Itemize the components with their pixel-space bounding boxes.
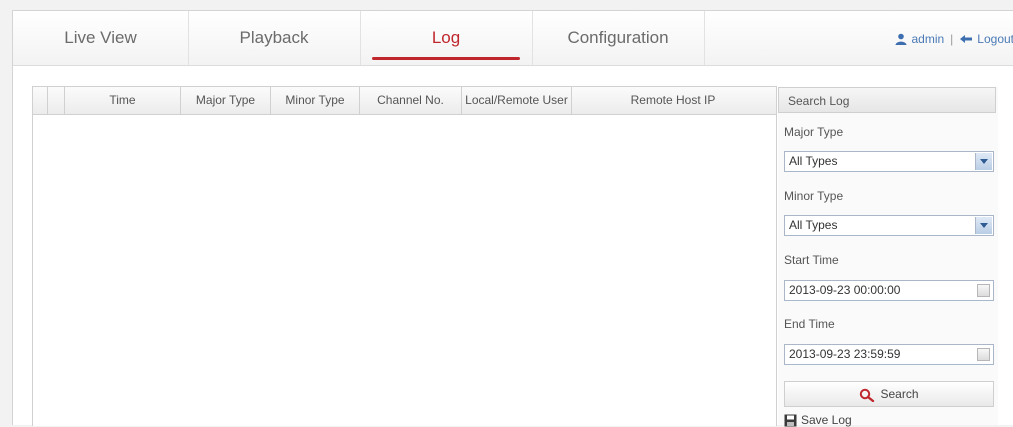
tab-playback[interactable]: Playback [188, 11, 361, 65]
header-major-type[interactable]: Major Type [181, 87, 271, 114]
header-remote-host-ip[interactable]: Remote Host IP [572, 87, 774, 114]
minor-type-label: Minor Type [784, 189, 844, 203]
panel-title: Search Log [778, 87, 996, 113]
header-minor-type[interactable]: Minor Type [271, 87, 360, 114]
search-button[interactable]: Search [784, 381, 994, 407]
start-time-input[interactable]: 2013-09-23 00:00:00 [784, 280, 994, 301]
logout-icon [960, 34, 973, 43]
tab-log[interactable]: Log [360, 11, 533, 65]
minor-type-select[interactable]: All Types [784, 215, 994, 236]
search-button-label: Search [880, 387, 919, 401]
user-separator: | [950, 31, 954, 46]
save-icon [784, 414, 797, 427]
log-table-body [33, 115, 776, 426]
search-icon [860, 388, 875, 403]
app-frame: Live View Playback Log Configuration adm… [12, 10, 1013, 427]
log-table: Time Major Type Minor Type Channel No. L… [32, 86, 777, 426]
header-select-column [33, 87, 48, 114]
end-time-value: 2013-09-23 23:59:59 [789, 347, 901, 361]
major-type-value: All Types [789, 154, 838, 168]
major-type-label: Major Type [784, 125, 844, 139]
top-nav: Live View Playback Log Configuration adm… [13, 11, 1013, 66]
save-log-label: Save Log [801, 413, 852, 427]
end-time-input[interactable]: 2013-09-23 23:59:59 [784, 344, 994, 365]
username: admin [911, 31, 945, 46]
user-icon [895, 33, 907, 45]
start-time-value: 2013-09-23 00:00:00 [789, 283, 901, 297]
save-log-button[interactable]: Save Log [784, 413, 852, 427]
logout-link[interactable]: Logout [977, 32, 1013, 46]
log-table-header: Time Major Type Minor Type Channel No. L… [33, 87, 776, 115]
header-local-remote-user[interactable]: Local/Remote User [462, 87, 572, 114]
tab-configuration[interactable]: Configuration [532, 11, 705, 65]
major-type-select[interactable]: All Types [784, 151, 994, 172]
calendar-icon[interactable] [977, 284, 990, 297]
user-bar: admin | Logout [895, 11, 1013, 65]
header-channel-no[interactable]: Channel No. [360, 87, 462, 114]
search-log-panel: Search Log Major Type All Types Minor Ty… [778, 87, 998, 427]
calendar-icon[interactable] [977, 348, 990, 361]
chevron-down-icon[interactable] [975, 217, 992, 234]
chevron-down-icon[interactable] [975, 153, 992, 170]
minor-type-value: All Types [789, 218, 838, 232]
end-time-label: End Time [784, 317, 835, 331]
header-index-column [48, 87, 65, 114]
header-time[interactable]: Time [65, 87, 181, 114]
start-time-label: Start Time [784, 253, 839, 267]
tab-live-view[interactable]: Live View [13, 11, 189, 65]
